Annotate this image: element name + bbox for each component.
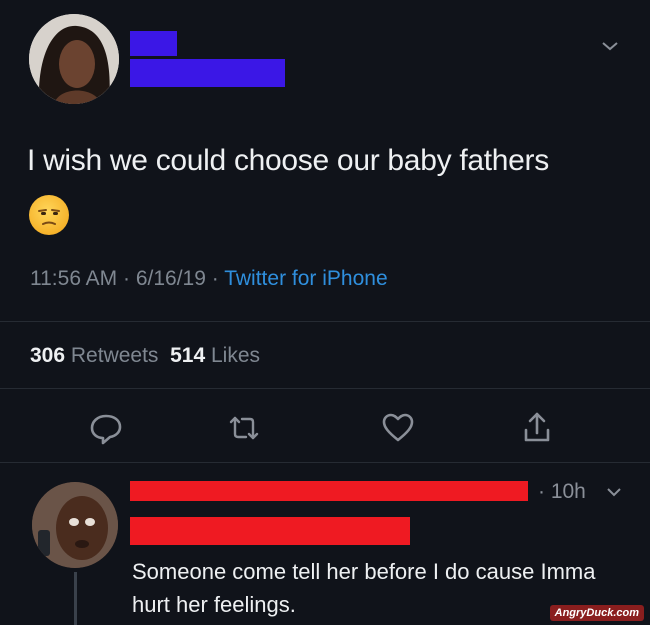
retweets-stat[interactable]: 306 Retweets (30, 344, 158, 367)
watermark: AngryDuck.com (549, 605, 644, 621)
divider (0, 462, 650, 463)
reply-icon[interactable] (84, 406, 128, 450)
redacted-reply-name (130, 481, 528, 501)
tweet-meta: 11:56 AM · 6/16/19 · Twitter for iPhone (30, 267, 388, 290)
redacted-reply-username (130, 517, 410, 545)
chevron-down-icon[interactable] (600, 36, 620, 59)
redacted-display-name (130, 31, 177, 56)
reply-time: · 10h (538, 480, 586, 503)
redacted-username (130, 59, 285, 87)
tweet-time: 11:56 AM (30, 267, 118, 290)
divider (0, 321, 650, 322)
avatar-photo (29, 14, 119, 104)
unamused-face-icon (29, 195, 69, 235)
author-avatar[interactable] (29, 14, 119, 104)
retweet-icon[interactable] (222, 406, 266, 450)
thread-line (74, 572, 77, 625)
divider (0, 388, 650, 389)
tweet-text: I wish we could choose our baby fathers (27, 144, 549, 177)
like-icon[interactable] (376, 406, 420, 450)
avatar-photo (32, 482, 118, 568)
share-icon[interactable] (515, 406, 559, 450)
tweet-source-link[interactable]: Twitter for iPhone (224, 267, 387, 290)
tweet-stats: 306 Retweets 514 Likes (30, 344, 260, 368)
chevron-down-icon[interactable] (606, 485, 622, 503)
tweet-date: 6/16/19 (135, 267, 206, 290)
likes-stat[interactable]: 514 Likes (170, 344, 260, 367)
reply-author-avatar[interactable] (32, 482, 118, 568)
